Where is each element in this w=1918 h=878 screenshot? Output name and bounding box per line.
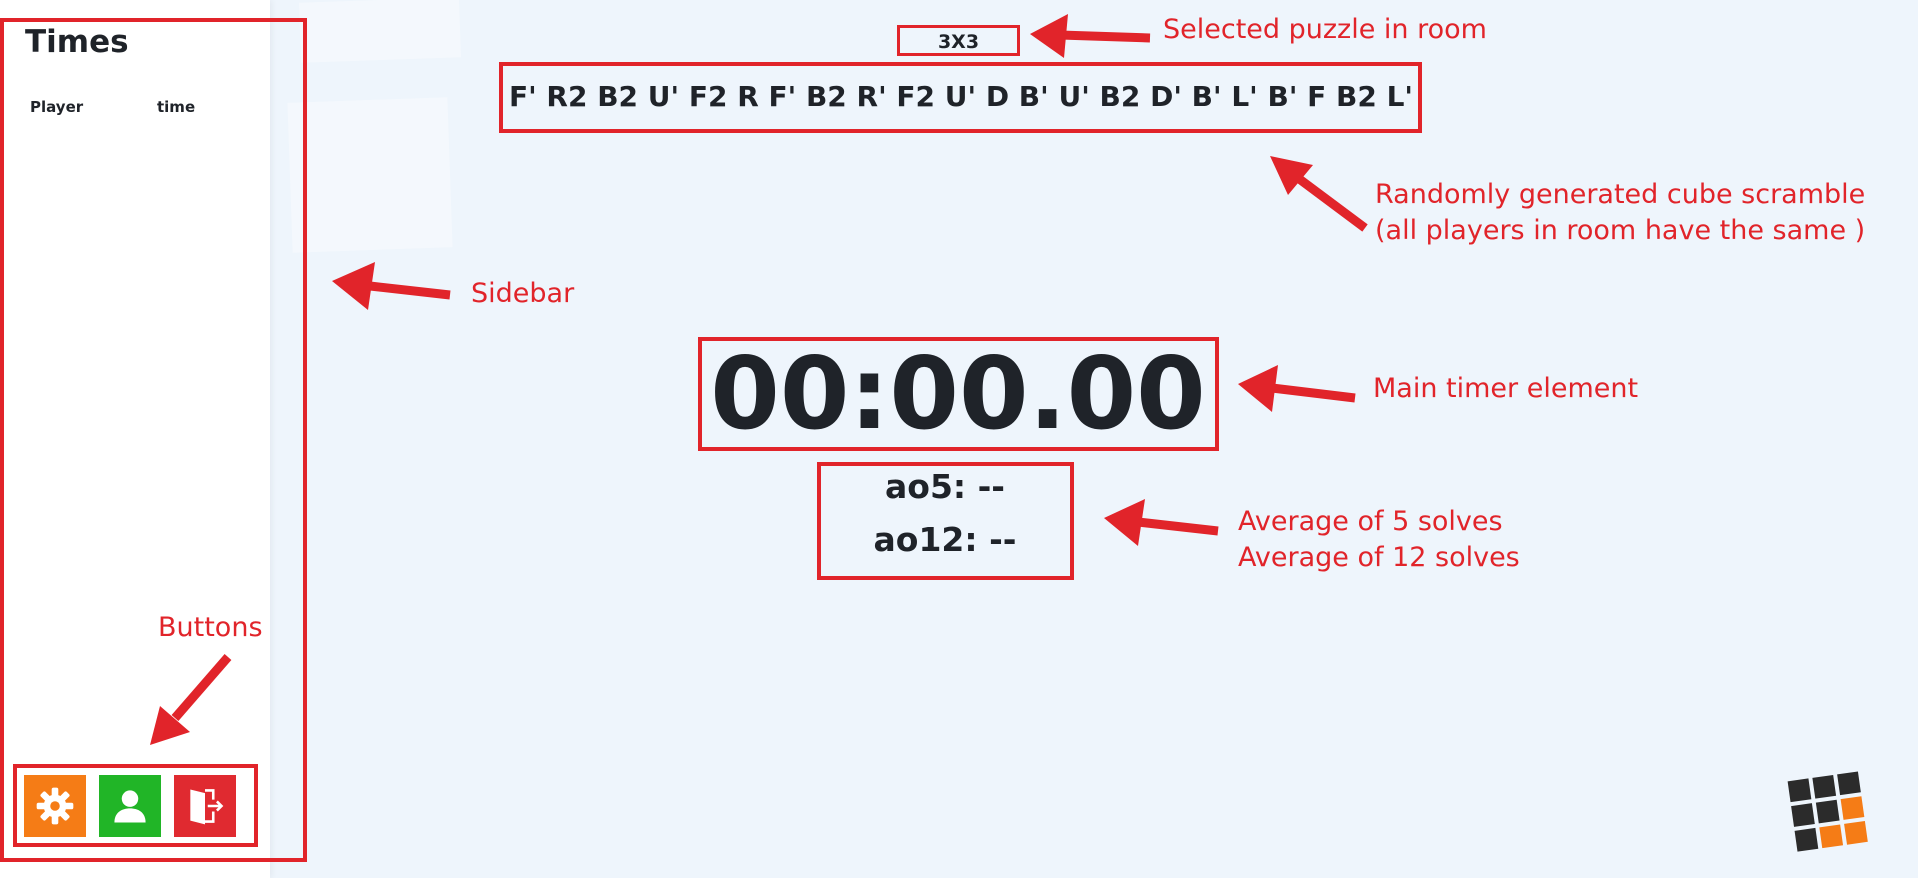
sidebar-outline [0, 18, 307, 862]
annotation-puzzle: Selected puzzle in room [1163, 14, 1487, 45]
cube-logo-icon [1787, 771, 1868, 852]
annotation-scramble-line1: Randomly generated cube scramble [1375, 179, 1866, 210]
annotation-buttons: Buttons [158, 612, 263, 643]
scramble-outline [499, 62, 1422, 133]
annotation-averages-line1: Average of 5 solves [1238, 506, 1503, 537]
averages-outline [817, 462, 1074, 580]
buttons-outline [13, 764, 258, 847]
background-shape [287, 97, 453, 253]
background-shape [299, 0, 461, 63]
puzzle-outline [897, 25, 1020, 56]
annotation-averages-line2: Average of 12 solves [1238, 542, 1520, 573]
annotation-scramble-line2: (all players in room have the same ) [1375, 215, 1866, 246]
annotation-sidebar: Sidebar [471, 278, 575, 309]
annotation-timer: Main timer element [1373, 373, 1639, 404]
timer-outline [698, 337, 1219, 451]
